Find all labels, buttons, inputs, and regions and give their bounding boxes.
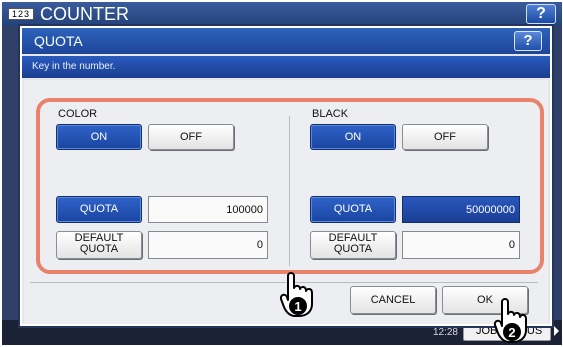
black-default-quota-line2: QUOTA xyxy=(333,243,373,255)
background-help-button[interactable]: ? xyxy=(526,4,556,24)
arrow-right-icon xyxy=(554,326,559,336)
section-divider xyxy=(289,116,290,266)
dialog-message-bar: Key in the number. xyxy=(22,56,550,78)
black-quota-button[interactable]: QUOTA xyxy=(310,196,396,223)
clock-time: 12:28 xyxy=(432,327,458,338)
color-on-button[interactable]: ON xyxy=(56,124,142,150)
dialog-message: Key in the number. xyxy=(32,61,116,72)
black-on-button[interactable]: ON xyxy=(310,124,396,150)
pointing-hand-icon-step2: 2 xyxy=(493,298,527,343)
background-title: COUNTER xyxy=(40,4,129,24)
color-default-quota-line2: QUOTA xyxy=(79,243,119,255)
black-default-quota-field[interactable]: 0 xyxy=(402,231,520,259)
cancel-button[interactable]: CANCEL xyxy=(350,286,436,314)
color-default-quota-button[interactable]: DEFAULT QUOTA xyxy=(56,231,142,259)
dialog-title: QUOTA xyxy=(34,33,83,49)
color-default-quota-field[interactable]: 0 xyxy=(148,231,268,259)
counter-icon: 123 xyxy=(8,8,34,20)
color-off-button[interactable]: OFF xyxy=(148,124,234,150)
background-titlebar: 123 COUNTER ? xyxy=(2,2,562,26)
step1-number: 1 xyxy=(294,299,301,314)
dialog-titlebar: QUOTA ? xyxy=(22,28,550,54)
step2-number: 2 xyxy=(508,325,515,340)
color-section-label: COLOR xyxy=(58,108,98,120)
pointing-hand-icon-step1: 1 xyxy=(279,272,313,317)
color-quota-field[interactable]: 100000 xyxy=(148,196,268,223)
dialog-help-button[interactable]: ? xyxy=(514,31,542,51)
black-off-button[interactable]: OFF xyxy=(402,124,488,150)
black-section-label: BLACK xyxy=(312,108,349,120)
black-default-quota-button[interactable]: DEFAULT QUOTA xyxy=(310,231,396,259)
color-quota-button[interactable]: QUOTA xyxy=(56,196,142,223)
black-quota-field[interactable]: 50000000 xyxy=(402,196,520,223)
